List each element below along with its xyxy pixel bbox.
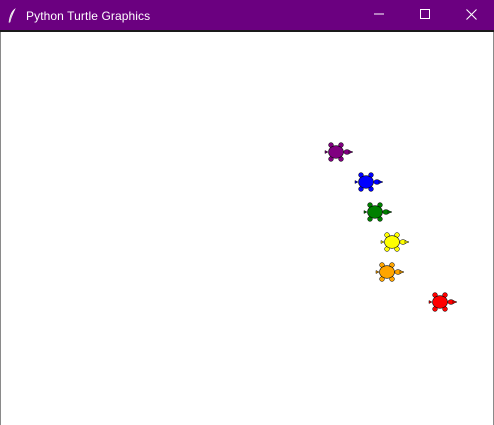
window-controls [356,0,494,31]
turtle-red [428,292,458,312]
turtle-orange [375,262,405,282]
turtle-green [363,202,393,222]
feather-icon [6,7,18,24]
turtle-yellow [380,232,410,252]
close-button[interactable] [448,0,494,28]
title-bar[interactable]: Python Turtle Graphics [0,0,494,31]
minimize-button[interactable] [356,0,402,28]
minimize-icon [374,9,384,19]
close-icon [465,8,477,20]
turtle-drawing [324,142,458,312]
turtle-window: Python Turtle Graphics [0,0,494,425]
turtle-purple [324,142,354,162]
maximize-icon [420,9,430,19]
turtle-canvas[interactable] [0,32,494,425]
maximize-button[interactable] [402,0,448,28]
turtle-blue [354,172,384,192]
window-title: Python Turtle Graphics [26,8,151,23]
